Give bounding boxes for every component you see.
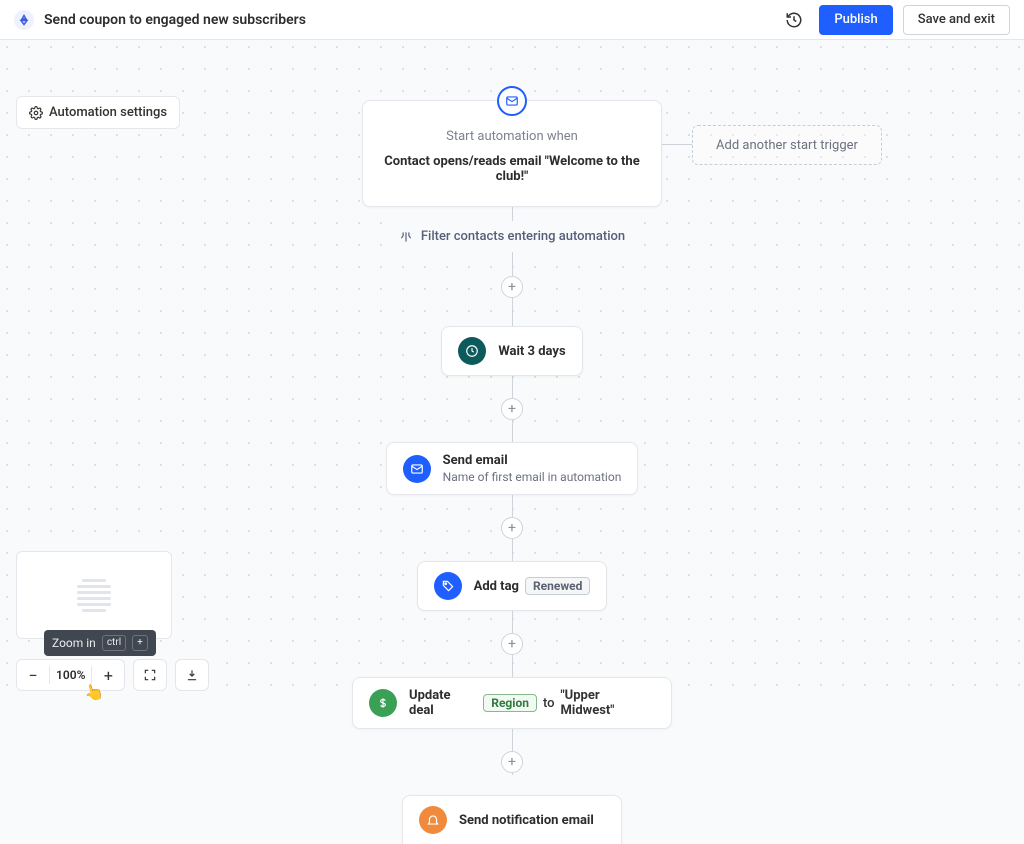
zoom-out-button[interactable]: − bbox=[17, 659, 49, 691]
update-deal-to: to bbox=[543, 696, 555, 711]
workflow-column: Start automation when Contact opens/read… bbox=[352, 100, 672, 844]
app-header: Send coupon to engaged new subscribers P… bbox=[0, 0, 1024, 40]
minimap-preview bbox=[77, 579, 111, 612]
clock-icon bbox=[458, 337, 486, 365]
add-step-button[interactable]: + bbox=[501, 751, 523, 773]
automation-settings-button[interactable]: Automation settings bbox=[16, 96, 180, 129]
add-tag-title: Add tag bbox=[474, 579, 519, 594]
update-deal-node[interactable]: Update deal Region to "Upper Midwest" bbox=[352, 677, 672, 729]
send-notification-node[interactable]: Send notification email bbox=[402, 795, 622, 844]
publish-button[interactable]: Publish bbox=[819, 5, 892, 35]
zoom-in-tooltip: Zoom in ctrl + bbox=[44, 630, 156, 656]
add-step-button[interactable]: + bbox=[501, 276, 523, 298]
fullscreen-button[interactable] bbox=[134, 659, 166, 691]
envelope-icon bbox=[497, 86, 527, 116]
tag-icon bbox=[434, 572, 462, 600]
start-trigger-node[interactable]: Start automation when Contact opens/read… bbox=[362, 100, 662, 207]
notification-title: Send notification email bbox=[459, 813, 594, 828]
zoom-toolbar: − 100% + bbox=[16, 659, 209, 691]
workflow-title[interactable]: Send coupon to engaged new subscribers bbox=[44, 12, 769, 28]
filter-contacts-link[interactable]: Filter contacts entering automation bbox=[399, 221, 625, 252]
add-tag-node[interactable]: Add tag Renewed bbox=[417, 561, 608, 611]
tag-pill: Renewed bbox=[525, 577, 590, 595]
history-button[interactable] bbox=[779, 5, 809, 35]
add-step-button[interactable]: + bbox=[501, 633, 523, 655]
tooltip-key-plus: + bbox=[132, 635, 148, 651]
send-email-title: Send email bbox=[443, 453, 622, 468]
tooltip-label: Zoom in bbox=[52, 636, 96, 650]
minimap-panel[interactable] bbox=[16, 551, 172, 639]
filter-icon bbox=[399, 230, 413, 244]
app-logo-icon bbox=[14, 10, 34, 30]
download-button[interactable] bbox=[176, 659, 208, 691]
update-deal-value: "Upper Midwest" bbox=[561, 688, 655, 718]
trigger-headline: Contact opens/reads email "Welcome to th… bbox=[381, 154, 643, 184]
envelope-icon bbox=[403, 455, 431, 483]
gear-icon bbox=[29, 106, 43, 120]
update-deal-title: Update deal bbox=[409, 688, 477, 718]
dollar-icon bbox=[369, 689, 397, 717]
deal-field-pill: Region bbox=[483, 694, 537, 712]
save-exit-button[interactable]: Save and exit bbox=[903, 5, 1010, 35]
trigger-subtitle: Start automation when bbox=[381, 129, 643, 144]
wait-label: Wait 3 days bbox=[498, 344, 565, 359]
automation-settings-label: Automation settings bbox=[49, 105, 167, 120]
workflow-canvas[interactable]: Automation settings Add another start tr… bbox=[0, 40, 1024, 705]
send-email-node[interactable]: Send email Name of first email in automa… bbox=[386, 442, 639, 495]
add-step-button[interactable]: + bbox=[501, 517, 523, 539]
bell-icon bbox=[419, 806, 447, 834]
add-step-button[interactable]: + bbox=[501, 398, 523, 420]
add-start-trigger-button[interactable]: Add another start trigger bbox=[692, 125, 882, 165]
send-email-subtitle: Name of first email in automation bbox=[443, 470, 622, 484]
wait-node[interactable]: Wait 3 days bbox=[441, 326, 582, 376]
filter-contacts-label: Filter contacts entering automation bbox=[421, 229, 625, 244]
zoom-level[interactable]: 100% bbox=[50, 668, 91, 682]
tooltip-key-ctrl: ctrl bbox=[102, 635, 126, 651]
zoom-in-button[interactable]: + bbox=[92, 659, 124, 691]
